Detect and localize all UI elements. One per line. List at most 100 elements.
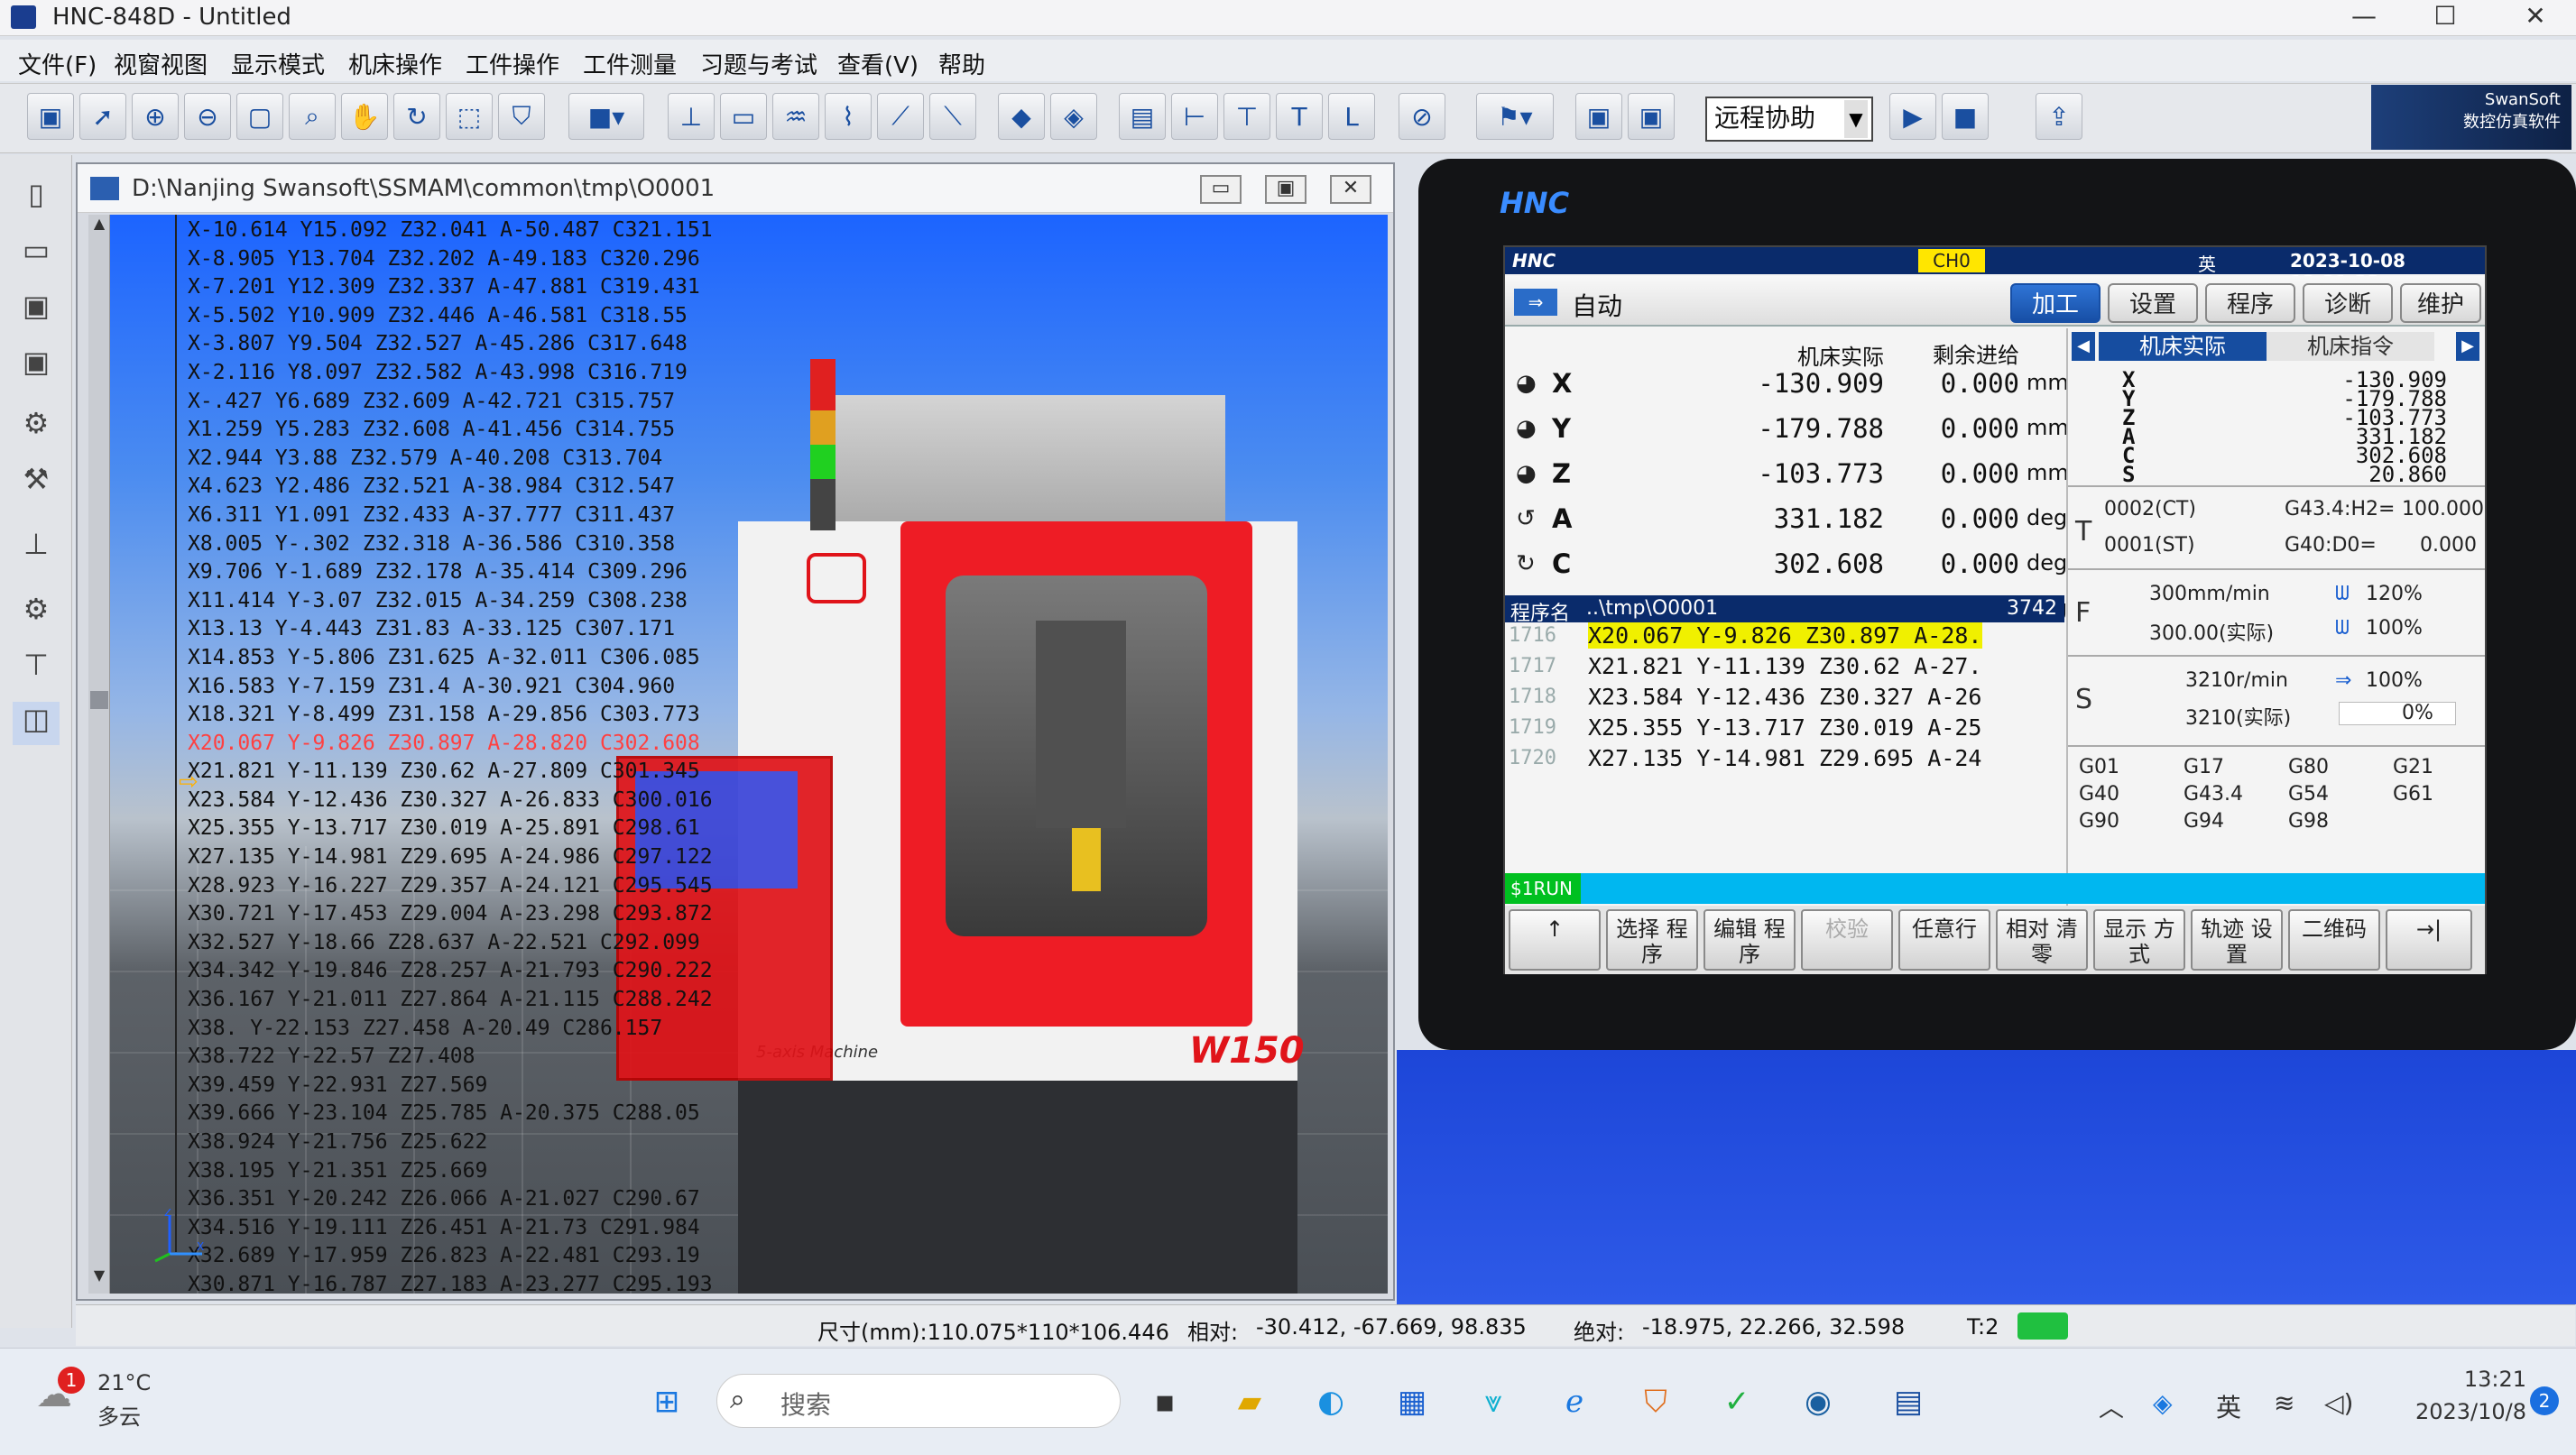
chevron-up-icon[interactable]: ︿ [2099, 1388, 2124, 1424]
code-scrollbar[interactable]: ▲ ▼ [88, 215, 110, 1294]
sim-minimize-button[interactable]: ▭ [1200, 175, 1242, 204]
start-icon[interactable]: ⊞ [641, 1376, 693, 1428]
graph-icon[interactable]: ⌇ [825, 93, 872, 140]
tab-machine-command[interactable]: 机床指令 [2267, 332, 2434, 361]
fixture-setup-icon[interactable]: ⊥ [13, 527, 60, 570]
weather-desc[interactable]: 多云 [97, 1399, 141, 1431]
ime-indicator[interactable]: 英 [2216, 1388, 2241, 1424]
tool-path-icon[interactable]: ⟋ [877, 93, 924, 140]
view-dropdown-icon[interactable]: ■▾ [568, 93, 644, 140]
menu-view[interactable]: 查看(V) [834, 45, 922, 82]
windows-icon[interactable]: ▣ [27, 93, 74, 140]
scroll-down-icon[interactable]: ▼ [88, 1266, 110, 1292]
stop-icon[interactable]: ■ [1942, 93, 1989, 140]
workpiece-icon[interactable]: ▤ [1119, 93, 1166, 140]
menu-file[interactable]: 文件(F) [14, 45, 100, 82]
save-red-icon[interactable]: ▣ [1575, 93, 1622, 140]
fkey-select-program-button[interactable]: 选择 程序 [1606, 909, 1698, 971]
store-icon[interactable]: ▦ [1386, 1376, 1438, 1428]
search-box[interactable]: ⌕ 搜索 [716, 1374, 1121, 1428]
fkey-next-button[interactable]: →| [2386, 909, 2472, 971]
tool-trace-icon[interactable]: ⟍ [929, 93, 976, 140]
edge-finder-icon[interactable]: L [1328, 93, 1375, 140]
ruler-icon[interactable]: ▭ [720, 93, 767, 140]
tool-length-icon[interactable]: T [1276, 93, 1323, 140]
app-vee-icon[interactable]: ⩔ [1467, 1376, 1519, 1428]
menu-display-mode[interactable]: 显示模式 [227, 45, 328, 82]
wifi-icon[interactable]: ≋ [2274, 1388, 2294, 1418]
select-icon[interactable]: ⬚ [446, 93, 493, 140]
prev-arrow-icon[interactable]: ◀ [2072, 332, 2095, 361]
fkey-display-mode-button[interactable]: 显示 方式 [2093, 909, 2185, 971]
measure-icon[interactable]: ⊢ [1171, 93, 1218, 140]
3d-viewport[interactable]: 5-axis Machine W150 X-10.614 Y15.092 Z32… [88, 215, 1388, 1294]
fkey-edit-program-button[interactable]: 编辑 程序 [1703, 909, 1796, 971]
fixture-icon[interactable]: ⊥ [668, 93, 715, 140]
coolant-icon[interactable]: ♒ [772, 93, 819, 140]
save-icon[interactable]: ▣ [13, 289, 60, 332]
clock-time[interactable]: 13:21 [2427, 1367, 2526, 1392]
sim-restore-button[interactable]: ▣ [1265, 175, 1306, 204]
split-view-icon[interactable]: ◫ [13, 702, 60, 745]
task-view-icon[interactable]: ▪ [1139, 1376, 1191, 1428]
close-button[interactable]: ✕ [2508, 0, 2562, 34]
chevron-down-icon[interactable]: ▼ [1844, 100, 1868, 138]
edge-icon[interactable]: ◐ [1305, 1376, 1357, 1428]
menu-help[interactable]: 帮助 [935, 45, 989, 82]
probe-setup-icon[interactable]: ⊤ [13, 648, 60, 691]
rotate-icon[interactable]: ↻ [393, 93, 440, 140]
menu-workpiece-ops[interactable]: 工件操作 [462, 45, 563, 82]
gear-icon[interactable]: ⚙ [13, 406, 60, 449]
clock-date[interactable]: 2023/10/8 [2373, 1399, 2526, 1424]
tab-program[interactable]: 程序 [2205, 283, 2295, 323]
notification-badge[interactable]: 2 [2530, 1386, 2559, 1415]
menu-window-view[interactable]: 视窗视图 [110, 45, 211, 82]
save-as-icon[interactable]: ▣ [13, 345, 60, 388]
input-app-icon[interactable]: ◈ [2153, 1388, 2173, 1418]
fkey-any-line-button[interactable]: 任意行 [1898, 909, 1990, 971]
scroll-up-icon[interactable]: ▲ [88, 215, 110, 240]
menu-workpiece-measure[interactable]: 工件测量 [579, 45, 680, 82]
sim-close-button[interactable]: ✕ [1330, 175, 1371, 204]
cube-icon[interactable]: ◆ [998, 93, 1045, 140]
tab-settings[interactable]: 设置 [2108, 283, 2198, 323]
fkey-qr-code-button[interactable]: 二维码 [2288, 909, 2380, 971]
maximize-button[interactable]: ☐ [2418, 0, 2472, 34]
network-app-icon[interactable]: ◉ [1792, 1376, 1844, 1428]
new-file-icon[interactable]: ▯ [13, 177, 60, 220]
zoom-in-icon[interactable]: ⊕ [132, 93, 179, 140]
chat-dropdown-icon[interactable]: ⚑▾ [1476, 93, 1554, 140]
pointer-icon[interactable]: ➚ [79, 93, 126, 140]
probe-icon[interactable]: ⊤ [1223, 93, 1270, 140]
tab-machining[interactable]: 加工 [2010, 283, 2101, 323]
scroll-thumb[interactable] [90, 691, 108, 709]
play-icon[interactable]: ▶ [1889, 93, 1936, 140]
fit-view-icon[interactable]: ▢ [236, 93, 283, 140]
export-icon[interactable]: ⇪ [2036, 93, 2082, 140]
open-folder-icon[interactable]: ▭ [13, 233, 60, 276]
fkey-back-button[interactable]: ↑ [1509, 909, 1601, 971]
tab-machine-actual[interactable]: 机床实际 [2099, 332, 2267, 361]
wrench-icon[interactable]: ⚙ [13, 592, 60, 635]
volume-icon[interactable]: ◁) [2324, 1388, 2353, 1418]
security-icon[interactable]: ⛉ [1630, 1376, 1682, 1428]
check-app-icon[interactable]: ✓ [1711, 1376, 1763, 1428]
zoom-out-icon[interactable]: ⊖ [184, 93, 231, 140]
zoom-window-icon[interactable]: ⌕ [289, 93, 336, 140]
save-dark-icon[interactable]: ▣ [1628, 93, 1675, 140]
pan-icon[interactable]: ✋ [341, 93, 388, 140]
compass-icon[interactable]: ⊘ [1399, 93, 1445, 140]
hnc-app-icon[interactable]: ▤ [1882, 1376, 1934, 1428]
menu-machine-ops[interactable]: 机床操作 [345, 45, 446, 82]
menu-exercise-exam[interactable]: 习题与考试 [697, 45, 821, 82]
tab-diagnosis[interactable]: 诊断 [2303, 283, 2393, 323]
minimize-button[interactable]: — [2337, 0, 2391, 34]
tool-settings-icon[interactable]: ⚒ [13, 462, 60, 505]
ie-icon[interactable]: ℯ [1548, 1376, 1601, 1428]
fkey-path-settings-button[interactable]: 轨迹 设置 [2191, 909, 2283, 971]
tool-holder-icon[interactable]: ⛉ [498, 93, 545, 140]
tab-maintenance[interactable]: 维护 [2400, 283, 2481, 323]
weather-temp[interactable]: 21°C [97, 1370, 151, 1395]
next-arrow-icon[interactable]: ▶ [2456, 332, 2479, 361]
fkey-relative-zero-button[interactable]: 相对 清零 [1996, 909, 2088, 971]
